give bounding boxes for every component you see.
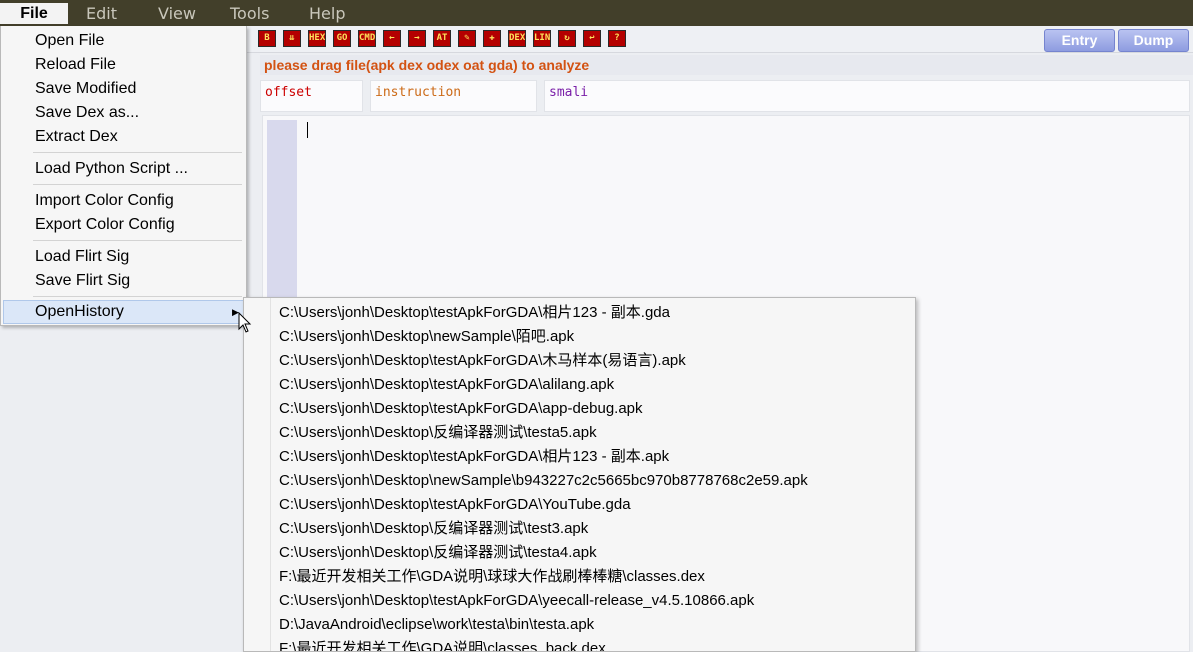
toolbar-undo-icon[interactable]: ↩ — [583, 30, 601, 47]
menu-separator — [33, 240, 242, 241]
history-item[interactable]: C:\Users\jonh\Desktop\反编译器测试\testa4.apk — [279, 541, 597, 565]
toolbar-line-icon[interactable]: LINE — [533, 30, 551, 47]
menu-item-open-history[interactable]: OpenHistory — [35, 300, 124, 324]
menu-bar: File Edit View Tools Help — [0, 0, 1193, 26]
history-item[interactable]: F:\最近开发相关工作\GDA说明\classes_back.dex — [279, 637, 606, 651]
toolbar-down-icon[interactable]: ⇊ — [283, 30, 301, 47]
menu-item-import-color-config[interactable]: Import Color Config — [35, 189, 174, 213]
menu-item-reload-file[interactable]: Reload File — [35, 53, 116, 77]
history-item[interactable]: C:\Users\jonh\Desktop\testApkForGDA\yeec… — [279, 589, 754, 613]
history-item[interactable]: C:\Users\jonh\Desktop\testApkForGDA\木马样本… — [279, 349, 686, 373]
text-caret — [307, 122, 308, 138]
toolbar-at-icon[interactable]: AT — [433, 30, 451, 47]
menu-file[interactable]: File — [0, 3, 68, 24]
menu-item-export-color-config[interactable]: Export Color Config — [35, 213, 175, 237]
history-item[interactable]: C:\Users\jonh\Desktop\testApkForGDA\app-… — [279, 397, 643, 421]
menu-help[interactable]: Help — [309, 4, 345, 23]
toolbar-add-icon[interactable]: ✚ — [483, 30, 501, 47]
menu-item-save-flirt-sig[interactable]: Save Flirt Sig — [35, 269, 130, 293]
column-smali: smali — [544, 80, 1190, 112]
menu-item-open-file[interactable]: Open File — [35, 29, 104, 53]
column-offset: offset — [260, 80, 363, 112]
toolbar-go-icon[interactable]: GO — [333, 30, 351, 47]
entry-button[interactable]: Entry — [1044, 29, 1115, 52]
menu-edit[interactable]: Edit — [86, 4, 117, 23]
menu-item-load-flirt-sig[interactable]: Load Flirt Sig — [35, 245, 129, 269]
toolbar-dex-icon[interactable]: DEX — [508, 30, 526, 47]
toolbar-refresh-icon[interactable]: ↻ — [558, 30, 576, 47]
toolbar-help-icon[interactable]: ? — [608, 30, 626, 47]
history-item[interactable]: C:\Users\jonh\Desktop\testApkForGDA\alil… — [279, 373, 614, 397]
menu-separator — [33, 296, 242, 297]
file-menu: Open File Reload File Save Modified Save… — [0, 26, 247, 326]
history-item[interactable]: C:\Users\jonh\Desktop\反编译器测试\testa5.apk — [279, 421, 597, 445]
toolbar-cmd-icon[interactable]: CMD — [358, 30, 376, 47]
menu-view[interactable]: View — [158, 4, 196, 23]
drag-hint: please drag file(apk dex odex oat gda) t… — [260, 55, 1193, 75]
history-item[interactable]: C:\Users\jonh\Desktop\testApkForGDA\相片12… — [279, 301, 670, 325]
toolbar-edit-icon[interactable]: ✎ — [458, 30, 476, 47]
history-item[interactable]: C:\Users\jonh\Desktop\testApkForGDA\YouT… — [279, 493, 631, 517]
dump-button[interactable]: Dump — [1118, 29, 1189, 52]
submenu-gutter — [270, 298, 271, 651]
menu-item-save-dex-as[interactable]: Save Dex as... — [35, 101, 139, 125]
open-history-submenu: C:\Users\jonh\Desktop\testApkForGDA\相片12… — [243, 297, 916, 652]
history-item[interactable]: C:\Users\jonh\Desktop\testApkForGDA\相片12… — [279, 445, 669, 469]
toolbar-back-icon[interactable]: ← — [383, 30, 401, 47]
history-item[interactable]: F:\最近开发相关工作\GDA说明\球球大作战刷棒棒糖\classes.dex — [279, 565, 705, 589]
menu-separator — [33, 184, 242, 185]
history-item[interactable]: D:\JavaAndroid\eclipse\work\testa\bin\te… — [279, 613, 594, 637]
mouse-pointer-icon — [238, 312, 252, 333]
menu-item-extract-dex[interactable]: Extract Dex — [35, 125, 118, 149]
history-item[interactable]: C:\Users\jonh\Desktop\newSample\b943227c… — [279, 469, 808, 493]
toolbar-forward-icon[interactable]: → — [408, 30, 426, 47]
toolbar-b-icon[interactable]: B — [258, 30, 276, 47]
menu-tools[interactable]: Tools — [230, 4, 269, 23]
history-item[interactable]: C:\Users\jonh\Desktop\反编译器测试\test3.apk — [279, 517, 588, 541]
history-item[interactable]: C:\Users\jonh\Desktop\newSample\陌吧.apk — [279, 325, 574, 349]
menu-item-save-modified[interactable]: Save Modified — [35, 77, 136, 101]
menu-separator — [33, 152, 242, 153]
toolbar-hex-icon[interactable]: HEX — [308, 30, 326, 47]
menu-item-load-python-script[interactable]: Load Python Script ... — [35, 157, 188, 181]
column-instruction: instruction — [370, 80, 537, 112]
